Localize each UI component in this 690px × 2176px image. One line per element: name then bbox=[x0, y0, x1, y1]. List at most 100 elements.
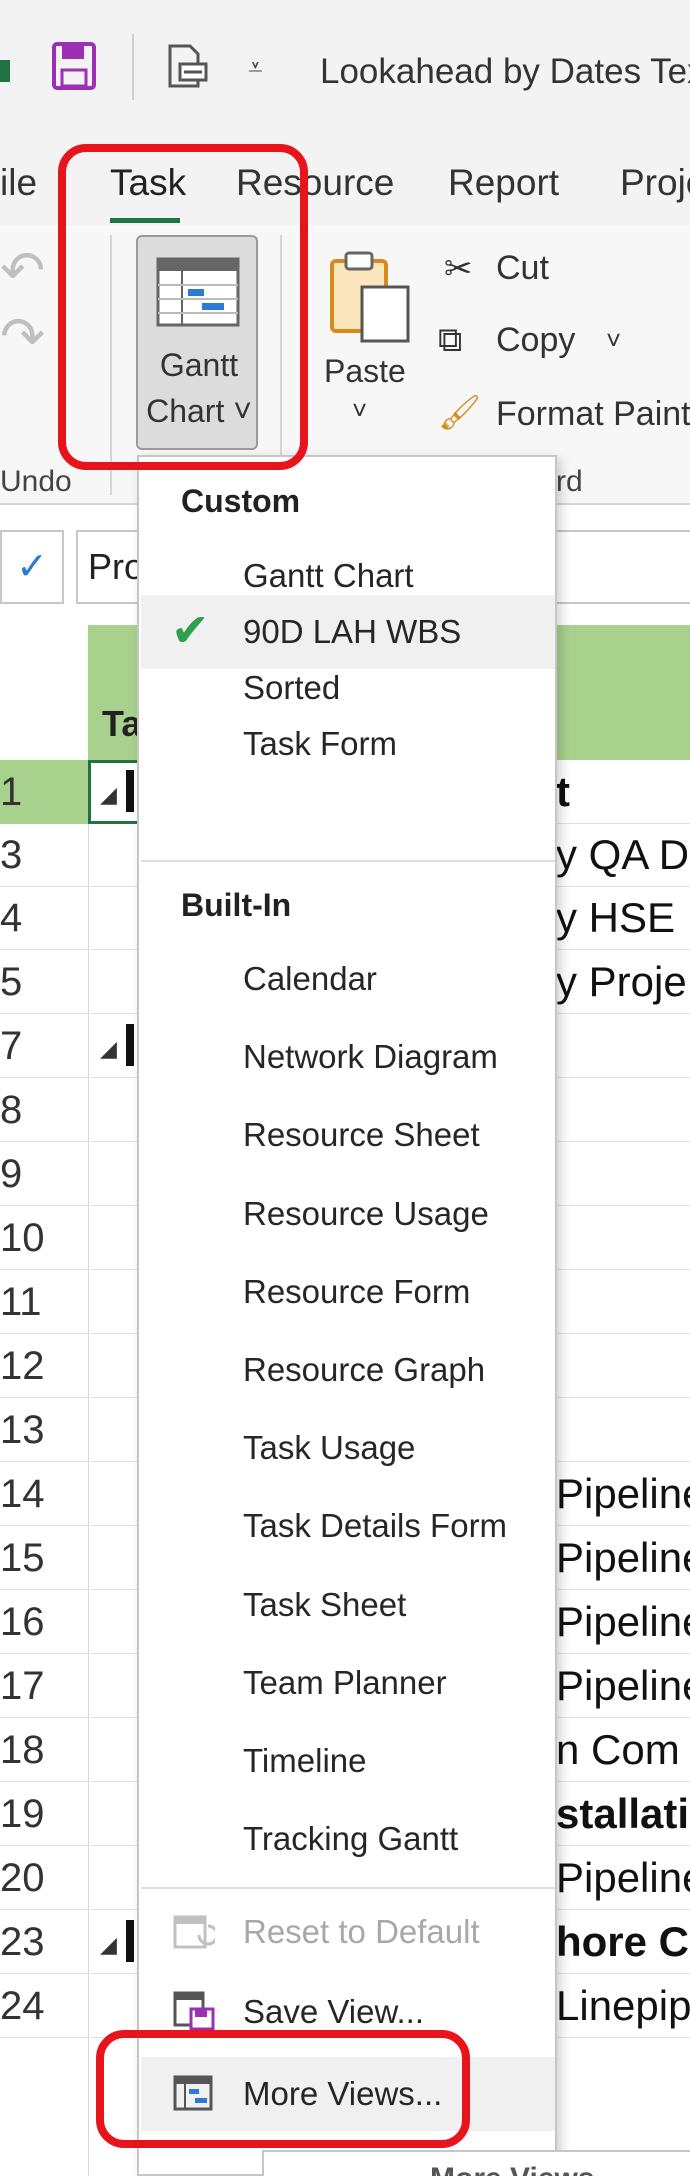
menu-separator bbox=[141, 860, 555, 862]
menu-item-label: Tracking Gantt bbox=[243, 1820, 459, 1858]
task-name-text: y Proje bbox=[556, 958, 687, 1005]
format-painter-icon[interactable]: 🖌 bbox=[438, 393, 481, 433]
confirm-entry-icon[interactable]: ✓ bbox=[0, 530, 64, 604]
menu-item-timeline[interactable]: Timeline bbox=[141, 1724, 555, 1798]
row-id: 9 bbox=[0, 1152, 23, 1196]
gantt-chart-highlight bbox=[58, 144, 308, 470]
redo-icon[interactable]: ↷ bbox=[0, 305, 45, 368]
menu-item-label: Team Planner bbox=[243, 1663, 447, 1701]
menu-item-resource-sheet[interactable]: Resource Sheet bbox=[141, 1098, 555, 1172]
column-header-label: Ta bbox=[102, 703, 142, 744]
cut-button[interactable]: Cut bbox=[496, 249, 549, 288]
row-id: 3 bbox=[0, 833, 23, 877]
menu-item-reset-to-default: Reset to Default bbox=[141, 1895, 555, 1969]
gantt-chart-dropdown-menu: Custom Gantt Chart ✔ 90D LAH WBS Sorted Task… bbox=[137, 455, 557, 2176]
task-name-text: Pipeline bbox=[556, 1534, 690, 1581]
menu-item-label: Resource Graph bbox=[243, 1351, 486, 1388]
collapse-toggle-icon[interactable]: ◢ bbox=[100, 782, 117, 808]
summary-task-name-fragment bbox=[126, 1920, 134, 1962]
row-id: 4 bbox=[0, 896, 23, 940]
menu-item-resource-usage[interactable]: Resource Usage bbox=[141, 1177, 555, 1251]
task-name-text: Pipeline bbox=[556, 1598, 690, 1645]
menu-item-task-usage[interactable]: Task Usage bbox=[141, 1411, 555, 1485]
copy-icon[interactable]: ⧉ bbox=[438, 321, 462, 360]
menu-item-label: Task Sheet bbox=[243, 1585, 407, 1623]
custom-section-header: Custom bbox=[181, 483, 301, 519]
menu-item-label: Task Usage bbox=[243, 1429, 416, 1467]
row-id: 19 bbox=[0, 1792, 45, 1836]
row-id: 17 bbox=[0, 1664, 45, 1708]
undo-group-label: Undo bbox=[0, 465, 72, 498]
tab-file[interactable]: ile bbox=[0, 162, 37, 204]
quick-access-divider bbox=[132, 34, 134, 100]
row-id: 5 bbox=[0, 960, 23, 1004]
menu-item-label: Resource Form bbox=[243, 1272, 471, 1310]
menu-item-label: Task Details Form bbox=[243, 1507, 508, 1545]
row-id: 1 bbox=[0, 770, 23, 814]
row-id: 7 bbox=[0, 1024, 23, 1068]
menu-item-task-sheet[interactable]: Task Sheet bbox=[141, 1568, 555, 1642]
tooltip-title: More Views bbox=[430, 2162, 595, 2176]
menu-item-label: Save View... bbox=[243, 1993, 425, 2030]
customize-quick-access-icon[interactable]: ⩡ bbox=[248, 52, 263, 84]
menu-item-label: Resource Usage bbox=[243, 1194, 489, 1232]
paste-label[interactable]: Paste bbox=[324, 353, 406, 390]
print-preview-icon[interactable] bbox=[166, 42, 210, 95]
row-id: 12 bbox=[0, 1344, 45, 1388]
task-name-text: stallatio bbox=[556, 1790, 690, 1837]
reset-view-icon bbox=[173, 1911, 219, 1956]
task-name-text: n Com bbox=[556, 1726, 680, 1773]
menu-item-label: Timeline bbox=[243, 1742, 367, 1779]
row-id: 23 bbox=[0, 1920, 45, 1964]
undo-icon[interactable]: ↶ bbox=[0, 239, 45, 302]
task-name-text: Pipeline bbox=[556, 1854, 690, 1901]
menu-item-label: Resource Sheet bbox=[243, 1116, 480, 1154]
summary-task-name-fragment bbox=[126, 1024, 134, 1066]
menu-item-label: Calendar bbox=[243, 960, 377, 997]
window-title: Lookahead by Dates Text bbox=[320, 52, 690, 91]
paste-icon[interactable] bbox=[328, 249, 412, 348]
row-id: 11 bbox=[0, 1280, 42, 1324]
menu-item-label: Sorted bbox=[243, 669, 341, 706]
tab-project[interactable]: Proje bbox=[620, 162, 690, 204]
menu-separator bbox=[141, 1887, 555, 1889]
copy-dropdown-icon[interactable]: ˅ bbox=[606, 325, 621, 356]
menu-item-task-details-form[interactable]: Task Details Form bbox=[141, 1489, 555, 1563]
summary-task-name-fragment bbox=[126, 770, 134, 812]
copy-button[interactable]: Copy bbox=[496, 321, 575, 360]
menu-item-resource-graph[interactable]: Resource Graph bbox=[141, 1333, 555, 1407]
menu-item-calendar[interactable]: Calendar bbox=[141, 942, 555, 1016]
menu-item-task-form[interactable]: Task Form bbox=[141, 707, 555, 781]
menu-item-resource-form[interactable]: Resource Form bbox=[141, 1255, 555, 1329]
menu-item-label: Network Diagram bbox=[243, 1038, 498, 1076]
task-name-text: y QA D bbox=[556, 831, 690, 878]
row-id: 20 bbox=[0, 1856, 45, 1900]
menu-item-team-planner[interactable]: Team Planner bbox=[141, 1646, 555, 1720]
task-name-text: Linepip bbox=[556, 1982, 690, 2029]
menu-item-label: Gantt Chart bbox=[243, 557, 414, 594]
task-name-text: Pipeline bbox=[556, 1662, 690, 1709]
app-icon bbox=[0, 60, 10, 82]
checkmark-icon: ✔ bbox=[171, 604, 210, 656]
collapse-toggle-icon[interactable]: ◢ bbox=[100, 1036, 117, 1062]
collapse-toggle-icon[interactable]: ◢ bbox=[100, 1932, 117, 1958]
row-id: 15 bbox=[0, 1536, 45, 1580]
task-name-text: y HSE bbox=[556, 894, 676, 941]
menu-item-tracking-gantt[interactable]: Tracking Gantt bbox=[141, 1802, 555, 1876]
save-icon[interactable] bbox=[52, 42, 96, 95]
row-id: 10 bbox=[0, 1216, 45, 1260]
row-id: 14 bbox=[0, 1472, 45, 1516]
menu-item-network-diagram[interactable]: Network Diagram bbox=[141, 1020, 555, 1094]
cut-icon[interactable]: ✂ bbox=[444, 249, 473, 289]
format-painter-button[interactable]: Format Painter bbox=[496, 395, 690, 434]
task-name-text: t bbox=[556, 768, 570, 815]
clipboard-group-label: rd bbox=[556, 465, 583, 498]
task-name-text: hore C bbox=[556, 1918, 690, 1965]
task-name-text: Pipeline bbox=[556, 1470, 690, 1517]
paste-dropdown-icon[interactable]: ˅ bbox=[352, 395, 367, 426]
title-bar: ⩡ Lookahead by Dates Text bbox=[0, 0, 690, 140]
tab-report[interactable]: Report bbox=[448, 162, 559, 204]
row-id: 16 bbox=[0, 1600, 45, 1644]
menu-item-label: 90D LAH WBS bbox=[243, 613, 462, 650]
row-id: 8 bbox=[0, 1088, 23, 1132]
